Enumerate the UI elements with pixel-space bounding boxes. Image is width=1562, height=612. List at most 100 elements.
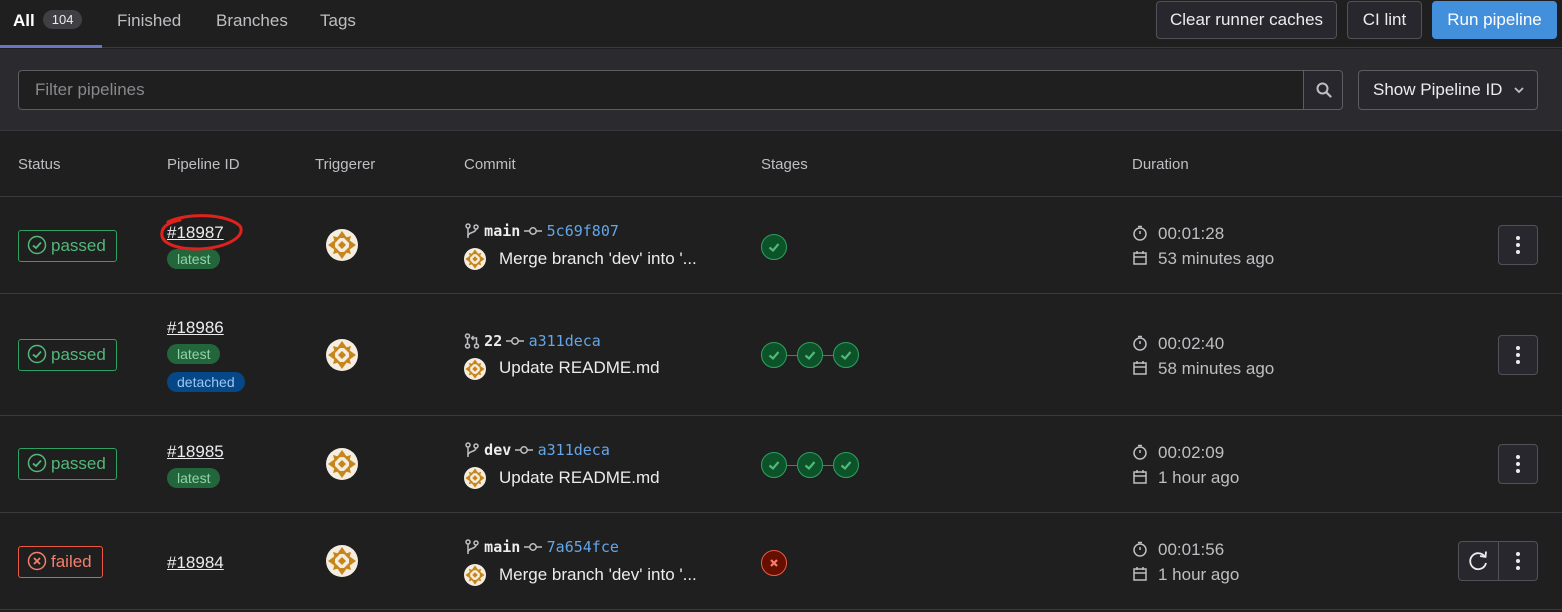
more-actions-button[interactable] bbox=[1498, 225, 1538, 265]
tab-branches[interactable]: Branches bbox=[216, 0, 288, 48]
filter-pipelines-input[interactable]: Filter pipelines bbox=[18, 70, 1304, 110]
column-commit: Commit bbox=[464, 156, 516, 173]
finished-line: 1 hour ago bbox=[1132, 468, 1239, 488]
finished-value: 58 minutes ago bbox=[1158, 359, 1275, 378]
filter-bar: Filter pipelines Show Pipeline ID bbox=[0, 49, 1562, 131]
commit-icon bbox=[515, 446, 534, 454]
column-triggerer: Triggerer bbox=[315, 156, 376, 173]
status-label: passed bbox=[51, 345, 106, 364]
merge-request-icon bbox=[464, 333, 480, 349]
commit-title-link[interactable]: Merge branch 'dev' into '... bbox=[499, 565, 697, 585]
tab-all[interactable]: All 104 bbox=[13, 0, 83, 48]
tab-all-count-badge: 104 bbox=[42, 10, 83, 29]
column-stages: Stages bbox=[761, 156, 808, 173]
stage-success-icon[interactable] bbox=[833, 342, 859, 368]
stage-success-icon[interactable] bbox=[833, 452, 859, 478]
stage-success-icon[interactable] bbox=[761, 452, 787, 478]
stage-failed-icon[interactable] bbox=[761, 550, 787, 576]
duration-value: 00:02:40 bbox=[1158, 334, 1225, 353]
more-actions-button[interactable] bbox=[1498, 541, 1538, 581]
retry-pipeline-button[interactable] bbox=[1458, 541, 1499, 581]
duration-value: 00:01:28 bbox=[1158, 224, 1225, 243]
merge-request-link[interactable]: 22 bbox=[484, 332, 502, 350]
calendar-icon bbox=[1133, 470, 1147, 484]
detached-badge: detached bbox=[167, 372, 245, 392]
triggerer-avatar[interactable] bbox=[326, 339, 358, 371]
commit-sha-link[interactable]: 7a654fce bbox=[547, 538, 619, 556]
stage-connector bbox=[787, 465, 797, 466]
filter-search-button[interactable] bbox=[1303, 70, 1343, 110]
check-icon bbox=[768, 351, 780, 361]
clear-runner-caches-button[interactable]: Clear runner caches bbox=[1156, 1, 1337, 39]
commit-author-avatar[interactable] bbox=[464, 467, 486, 489]
commit-sha-link[interactable]: a311deca bbox=[529, 332, 601, 350]
timer-icon bbox=[1133, 225, 1147, 241]
triggerer-avatar[interactable] bbox=[326, 545, 358, 577]
kebab-icon bbox=[1516, 346, 1520, 364]
column-duration: Duration bbox=[1132, 156, 1189, 173]
branch-icon bbox=[465, 539, 479, 555]
duration-line: 00:01:28 bbox=[1132, 224, 1224, 244]
stage-success-icon[interactable] bbox=[761, 234, 787, 260]
more-actions-button[interactable] bbox=[1498, 335, 1538, 375]
triggerer-avatar[interactable] bbox=[326, 448, 358, 480]
active-tab-indicator bbox=[0, 45, 102, 48]
timer-icon bbox=[1133, 541, 1147, 557]
commit-author-avatar[interactable] bbox=[464, 248, 486, 270]
stage-success-icon[interactable] bbox=[797, 342, 823, 368]
column-pipeline-id: Pipeline ID bbox=[167, 156, 240, 173]
kebab-icon bbox=[1516, 455, 1520, 473]
tab-tags[interactable]: Tags bbox=[320, 0, 356, 48]
status-badge-passed[interactable]: passed bbox=[18, 339, 117, 371]
branch-name-link[interactable]: main bbox=[484, 222, 520, 240]
more-actions-button[interactable] bbox=[1498, 444, 1538, 484]
status-badge-failed[interactable]: failed bbox=[18, 546, 103, 578]
status-label: passed bbox=[51, 454, 106, 473]
pipeline-row: passed #18987 latest main 5c69f807 Merge… bbox=[0, 197, 1562, 294]
ci-lint-button[interactable]: CI lint bbox=[1347, 1, 1422, 39]
commit-sha-link[interactable]: 5c69f807 bbox=[547, 222, 619, 240]
stage-success-icon[interactable] bbox=[797, 452, 823, 478]
pipeline-id-link[interactable]: #18987 bbox=[167, 223, 224, 243]
tab-finished[interactable]: Finished bbox=[117, 0, 181, 48]
search-icon bbox=[1316, 82, 1332, 98]
branch-name-link[interactable]: main bbox=[484, 538, 520, 556]
pipeline-id-link[interactable]: #18986 bbox=[167, 318, 224, 338]
finished-line: 53 minutes ago bbox=[1132, 249, 1274, 269]
check-icon bbox=[840, 461, 852, 471]
commit-author-avatar[interactable] bbox=[464, 564, 486, 586]
check-circle-icon bbox=[27, 344, 47, 364]
finished-line: 58 minutes ago bbox=[1132, 359, 1274, 379]
branch-name-link[interactable]: dev bbox=[484, 441, 511, 459]
commit-icon bbox=[524, 543, 543, 551]
commit-author-avatar[interactable] bbox=[464, 358, 486, 380]
kebab-icon bbox=[1516, 552, 1520, 570]
commit-ref-line: 22 a311deca bbox=[464, 332, 601, 352]
pipeline-row: failed #18984 main 7a654fce Merge branch… bbox=[0, 513, 1562, 610]
status-badge-passed[interactable]: passed bbox=[18, 448, 117, 480]
check-icon bbox=[768, 243, 780, 253]
dropdown-label: Show Pipeline ID bbox=[1373, 80, 1503, 99]
stage-connector bbox=[823, 355, 833, 356]
status-badge-passed[interactable]: passed bbox=[18, 230, 117, 262]
pipeline-row: passed #18986 latest detached 22 a311dec… bbox=[0, 294, 1562, 416]
calendar-icon bbox=[1133, 361, 1147, 375]
commit-sha-link[interactable]: a311deca bbox=[538, 441, 610, 459]
pipeline-id-link[interactable]: #18984 bbox=[167, 553, 224, 573]
run-pipeline-button[interactable]: Run pipeline bbox=[1432, 1, 1557, 39]
commit-ref-line: main 5c69f807 bbox=[464, 222, 619, 242]
latest-badge: latest bbox=[167, 468, 221, 488]
check-icon bbox=[768, 461, 780, 471]
commit-title-link[interactable]: Update README.md bbox=[499, 468, 660, 488]
triggerer-avatar[interactable] bbox=[326, 229, 358, 261]
commit-title-link[interactable]: Update README.md bbox=[499, 358, 660, 378]
duration-value: 00:02:09 bbox=[1158, 443, 1225, 462]
commit-title-link[interactable]: Merge branch 'dev' into '... bbox=[499, 249, 697, 269]
show-pipeline-id-dropdown[interactable]: Show Pipeline ID bbox=[1358, 70, 1538, 110]
x-icon bbox=[770, 559, 778, 567]
stage-success-icon[interactable] bbox=[761, 342, 787, 368]
timer-icon bbox=[1133, 335, 1147, 351]
commit-icon bbox=[506, 337, 525, 345]
check-icon bbox=[804, 351, 816, 361]
pipeline-id-link[interactable]: #18985 bbox=[167, 442, 224, 462]
